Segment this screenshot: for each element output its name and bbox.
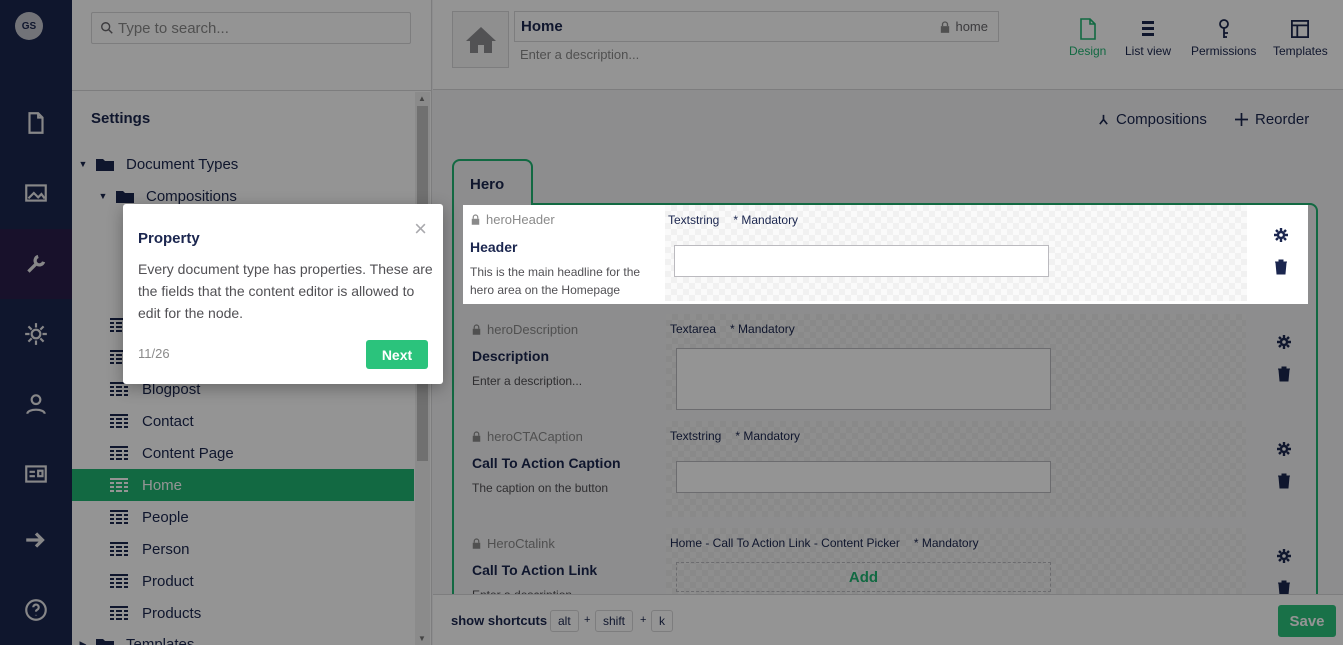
property-description: This is the main headline for the hero a… xyxy=(470,265,641,297)
property-tools xyxy=(1273,227,1289,275)
property-alias: heroHeader xyxy=(471,212,555,227)
tour-body: Every document type has properties. Thes… xyxy=(138,261,433,321)
property-label: Header xyxy=(470,239,518,255)
gear-icon[interactable] xyxy=(1273,227,1289,243)
textstring-preview xyxy=(674,245,1049,277)
mandatory-flag: * Mandatory xyxy=(733,213,799,227)
tour-step-counter: 11/26 xyxy=(138,346,170,361)
property-meta: Textstring * Mandatory xyxy=(668,213,798,227)
close-icon[interactable]: × xyxy=(414,218,427,240)
spotlight-property-hero-header[interactable]: heroHeader Header This is the main headl… xyxy=(463,205,1308,304)
tour-title: Property xyxy=(138,230,200,247)
lock-icon xyxy=(471,214,480,225)
tour-next-button[interactable]: Next xyxy=(366,340,428,369)
property-editor-type: Textstring xyxy=(668,213,720,227)
trash-icon[interactable] xyxy=(1273,259,1289,275)
property-alias-text: heroHeader xyxy=(486,212,555,227)
tour-step-popover: Property × Every document type has prope… xyxy=(123,204,443,384)
